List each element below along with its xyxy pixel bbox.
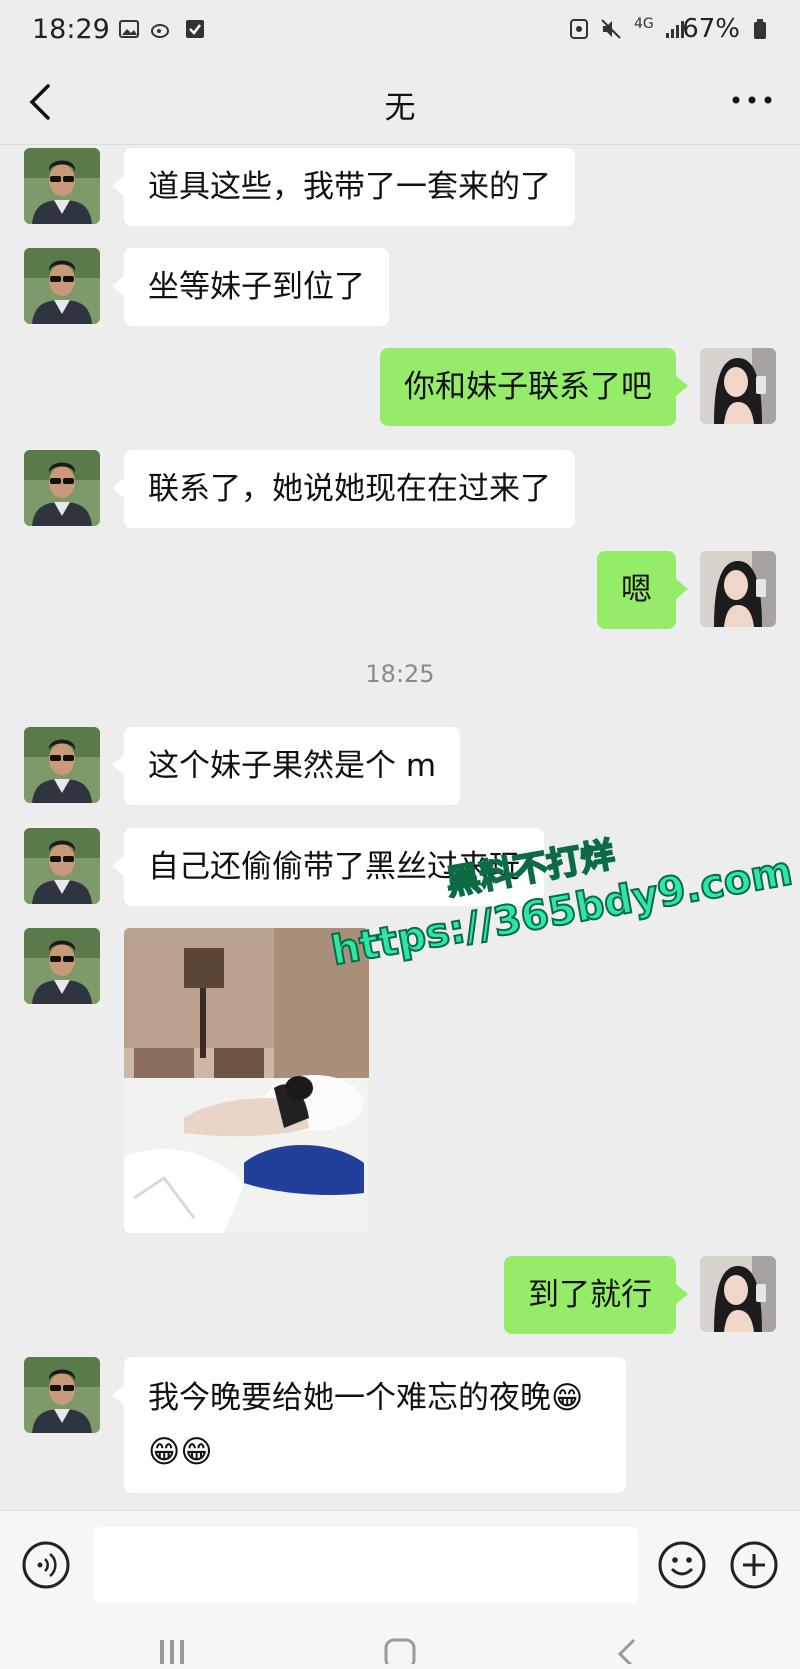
- my-avatar[interactable]: [700, 1256, 776, 1332]
- image-message[interactable]: [124, 928, 369, 1233]
- message-bubble-outgoing[interactable]: 你和妹子联系了吧: [380, 348, 688, 426]
- back-nav-icon[interactable]: [608, 1634, 648, 1664]
- battery-percent: 67%: [682, 14, 740, 44]
- message-bubble-incoming[interactable]: 坐等妹子到位了: [112, 248, 389, 326]
- emoji-icon[interactable]: [656, 1539, 708, 1591]
- contact-avatar[interactable]: [24, 1357, 100, 1433]
- message-bubble-incoming[interactable]: 我今晚要给她一个难忘的夜晚😁 😁😁: [112, 1357, 626, 1493]
- system-nav-bar: [0, 1620, 800, 1669]
- avatar-image: [24, 828, 100, 904]
- contact-avatar[interactable]: [24, 148, 100, 224]
- recent-apps-icon[interactable]: [152, 1634, 192, 1664]
- message-line: 😁😁: [148, 1434, 213, 1470]
- message-line: 我今晚要给她一个难忘的夜晚😁: [148, 1380, 584, 1416]
- status-time: 18:29: [32, 14, 110, 45]
- contact-avatar[interactable]: [24, 248, 100, 324]
- contact-avatar[interactable]: [24, 828, 100, 904]
- gallery-icon: [119, 20, 139, 38]
- avatar-image: [700, 1256, 776, 1332]
- weibo-icon: [151, 24, 169, 38]
- message-bubble-outgoing[interactable]: 到了就行: [504, 1256, 688, 1334]
- status-bar: 18:29 4G 67%: [0, 0, 800, 62]
- contact-avatar[interactable]: [24, 928, 100, 1004]
- home-icon[interactable]: [380, 1634, 420, 1664]
- chat-title: 无: [384, 90, 416, 126]
- more-horizontal-icon[interactable]: [730, 88, 774, 112]
- network-type: 4G: [634, 16, 654, 32]
- voice-icon[interactable]: [20, 1539, 72, 1591]
- contact-avatar[interactable]: [24, 727, 100, 803]
- message-bubble-incoming[interactable]: 道具这些，我带了一套来的了: [112, 148, 575, 226]
- message-bubble-outgoing[interactable]: 嗯: [597, 551, 688, 629]
- battery-icon: [754, 19, 766, 39]
- message-input[interactable]: [94, 1527, 638, 1603]
- message-bubble-incoming[interactable]: 这个妹子果然是个 m: [111, 727, 461, 805]
- message-bubble-incoming[interactable]: 联系了，她说她现在在过来了: [112, 450, 575, 528]
- checkbox-notification-icon: [186, 20, 204, 38]
- avatar-image: [24, 727, 100, 803]
- chat-input-bar: [0, 1510, 800, 1621]
- avatar-image: [24, 148, 100, 224]
- avatar-image: [24, 248, 100, 324]
- contact-avatar[interactable]: [24, 450, 100, 526]
- avatar-image: [700, 551, 776, 627]
- plus-icon[interactable]: [728, 1539, 780, 1591]
- chat-header: 无: [0, 62, 800, 145]
- my-avatar[interactable]: [700, 551, 776, 627]
- avatar-image: [700, 348, 776, 424]
- chat-timestamp: 18:25: [365, 660, 435, 688]
- avatar-image: [24, 928, 100, 1004]
- mute-icon: [601, 19, 621, 39]
- my-avatar[interactable]: [700, 348, 776, 424]
- nfc-icon: [570, 19, 588, 39]
- avatar-image: [24, 450, 100, 526]
- avatar-image: [24, 1357, 100, 1433]
- hotel-room-photo: [124, 928, 369, 1233]
